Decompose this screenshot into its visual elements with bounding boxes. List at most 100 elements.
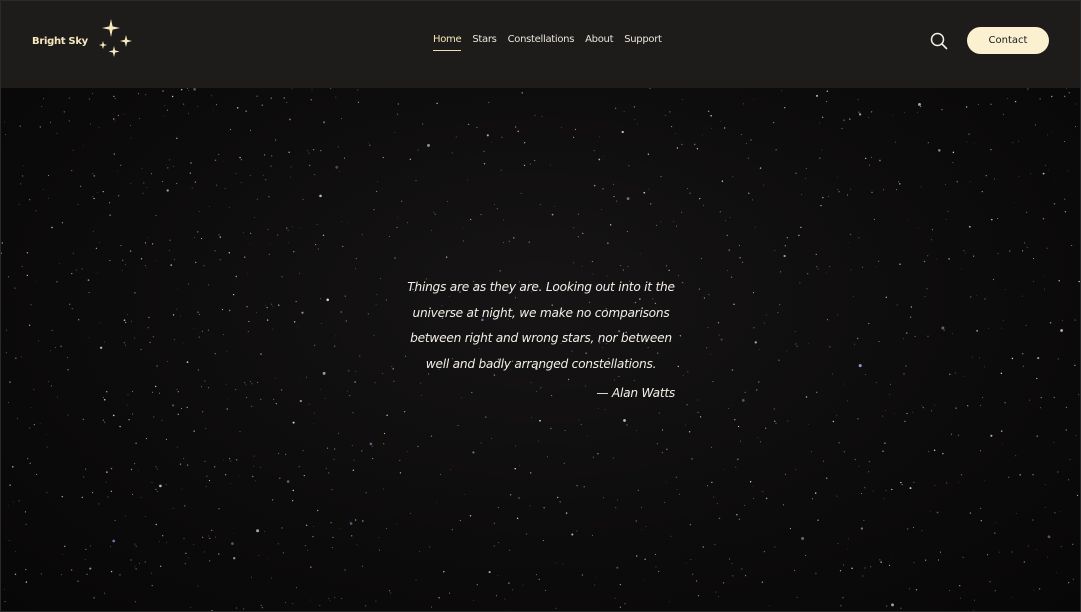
star [438,597,440,599]
star [352,469,354,471]
star [808,343,810,345]
star [50,121,52,123]
search-icon[interactable] [929,31,949,51]
star [801,537,805,540]
star [87,279,90,281]
star [924,296,926,297]
star [12,466,14,468]
star [969,181,971,183]
star [449,592,450,594]
star [514,126,517,128]
star [303,474,306,477]
star [305,524,308,526]
star [496,208,498,210]
star [1061,319,1063,321]
star [1003,319,1004,321]
star [355,258,357,260]
star [699,416,702,418]
star [144,561,146,563]
star [1018,175,1020,177]
star [994,590,996,592]
star [1068,582,1070,584]
star [270,165,272,167]
star [863,520,865,521]
star [679,493,680,495]
star [247,273,249,275]
star [18,500,20,502]
star [626,231,628,232]
star [43,98,45,100]
star [232,533,234,534]
star [85,468,87,470]
star [619,583,622,586]
star [307,549,309,551]
star [29,462,31,464]
star [135,545,137,547]
star [193,543,195,545]
star [376,293,378,296]
star [796,345,798,347]
star [1002,113,1004,115]
star [296,326,298,327]
star [697,411,699,413]
star [251,405,253,407]
star [1,252,3,254]
star [113,153,115,155]
star [694,143,696,145]
star [186,88,189,89]
star [910,316,912,318]
star [981,190,983,193]
star [169,159,171,161]
star [341,221,343,222]
star [706,347,708,349]
star [1022,250,1024,252]
star [675,476,678,478]
star [139,562,140,564]
nav-home[interactable]: Home [433,34,462,51]
star [670,535,672,537]
star [383,488,385,490]
star [963,250,965,252]
star [836,176,838,178]
nav-stars[interactable]: Stars [472,34,497,51]
star [1011,357,1014,360]
brand-name[interactable]: Bright Sky [32,36,88,47]
sparkle-stars-icon[interactable] [98,19,136,63]
star [1026,246,1028,248]
star [849,233,852,236]
star [215,536,217,538]
nav-about[interactable]: About [585,34,613,51]
contact-button[interactable]: Contact [967,27,1049,54]
star [520,193,522,194]
brand[interactable]: Bright Sky [32,19,136,63]
star [145,438,147,440]
star [97,272,98,274]
star [68,97,71,99]
star [450,469,452,471]
star [164,105,166,107]
nav-support[interactable]: Support [624,34,662,51]
star [125,344,127,346]
star [296,587,298,589]
star [741,568,743,570]
star [980,404,982,406]
star [98,126,100,128]
star [334,596,336,598]
star [183,538,185,540]
star [218,234,220,236]
star [1039,98,1041,100]
star [46,446,48,448]
star [957,434,960,436]
star [777,312,779,314]
star [355,371,357,373]
star [521,92,523,94]
star [194,261,197,264]
star [798,234,800,237]
star [597,408,599,409]
star [926,287,928,290]
star [289,176,291,178]
star [908,588,910,590]
star [657,570,660,573]
star [243,608,245,610]
nav-constellations[interactable]: Constellations [508,34,575,51]
